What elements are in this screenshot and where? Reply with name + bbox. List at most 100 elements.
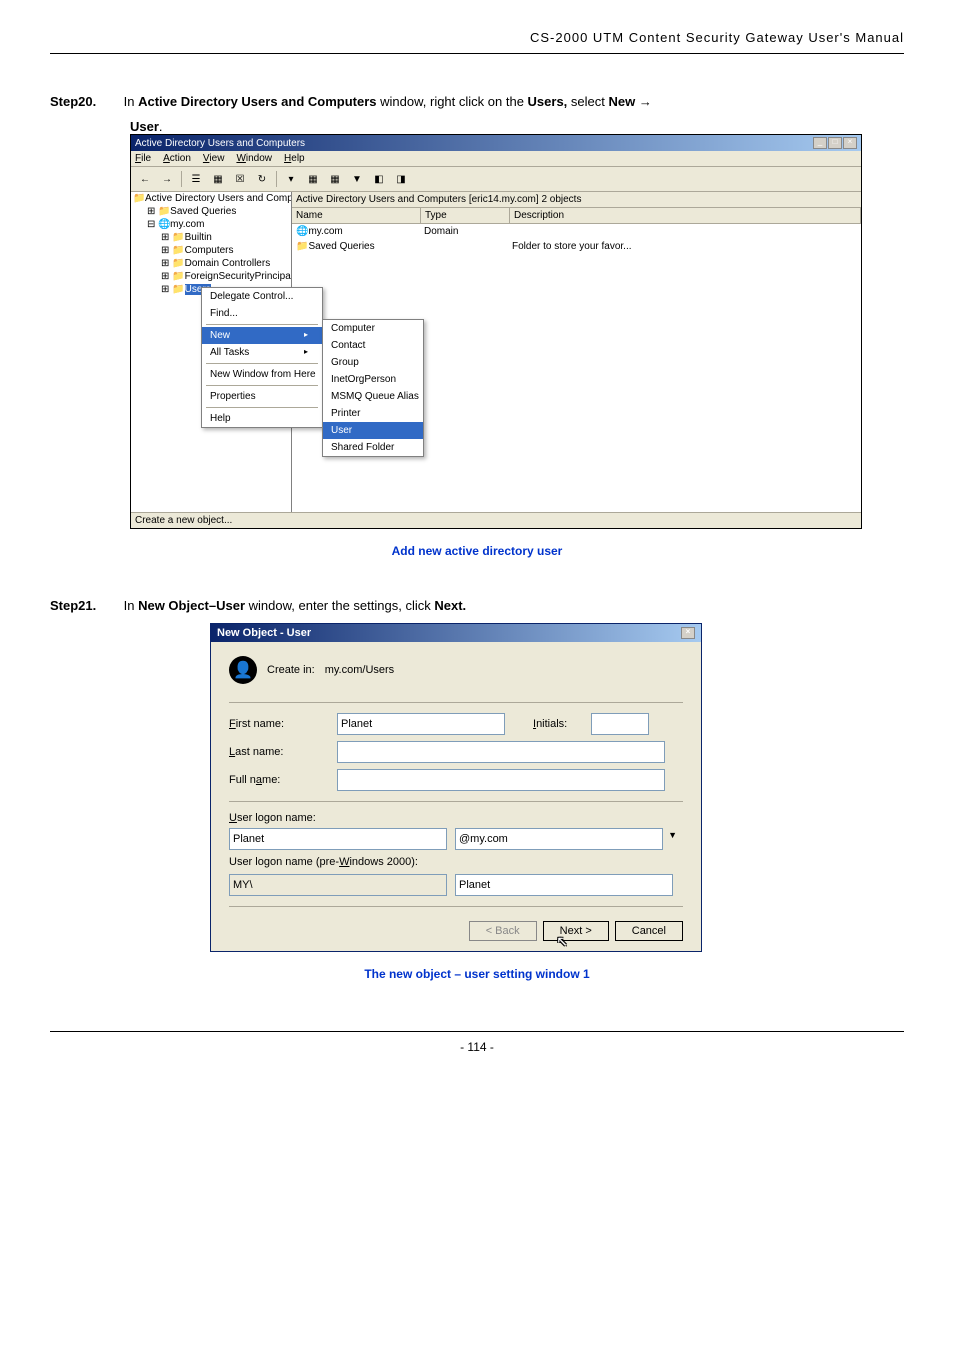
- forward-icon[interactable]: →: [157, 169, 177, 189]
- ctx-msmq[interactable]: MSMQ Queue Alias: [323, 388, 423, 405]
- step20-line2: User.: [130, 119, 904, 134]
- last-name-input[interactable]: [337, 741, 665, 763]
- filter-icon[interactable]: ▾: [281, 169, 301, 189]
- ctx-new[interactable]: New: [202, 327, 322, 344]
- bold: Active Directory Users and Computers: [138, 94, 376, 109]
- back-button: < Back: [469, 921, 537, 941]
- step21-label: Step21.: [50, 598, 120, 613]
- tb-icon[interactable]: ▦: [303, 169, 323, 189]
- maximize-icon[interactable]: □: [828, 137, 842, 149]
- full-name-input[interactable]: [337, 769, 665, 791]
- tb-icon4[interactable]: ◨: [391, 169, 411, 189]
- ctx-group[interactable]: Group: [323, 354, 423, 371]
- back-icon[interactable]: ←: [135, 169, 155, 189]
- first-name-label: First name:: [229, 718, 329, 730]
- logon2000-label: User logon name (pre-Windows 2000):: [229, 856, 683, 868]
- delete-icon[interactable]: ☒: [230, 169, 250, 189]
- col-type[interactable]: Type: [421, 208, 510, 223]
- txt: →: [635, 94, 652, 109]
- toolbar: ← → ☰ ▦ ☒ ↻ ▾ ▦ ▦ ▼ ◧ ◨: [131, 167, 861, 192]
- ctx-inetorg[interactable]: InetOrgPerson: [323, 371, 423, 388]
- caption2: The new object – user setting window 1: [50, 967, 904, 981]
- tree-dc[interactable]: ⊞ 📁Domain Controllers: [159, 257, 291, 270]
- create-in-row: 👤 Create in: my.com/Users: [229, 656, 683, 684]
- tree-computers[interactable]: ⊞ 📁Computers: [159, 244, 291, 257]
- dialog-body: 👤 Create in: my.com/Users First name: In…: [211, 642, 701, 951]
- ctx-user[interactable]: User: [323, 422, 423, 439]
- next-button[interactable]: Next >: [543, 921, 609, 941]
- caption1: Add new active directory user: [50, 544, 904, 558]
- step20-label: Step20.: [50, 94, 120, 109]
- tree-builtin[interactable]: ⊞ 📁Builtin: [159, 231, 291, 244]
- last-name-label: Last name:: [229, 746, 329, 758]
- ctx-printer[interactable]: Printer: [323, 405, 423, 422]
- close-icon[interactable]: ×: [843, 137, 857, 149]
- cursor-icon: ↖: [556, 933, 568, 950]
- ctx-delegate[interactable]: Delegate Control...: [202, 288, 322, 305]
- domain-select[interactable]: [455, 828, 663, 850]
- logon2000-input[interactable]: [455, 874, 673, 896]
- menubar: File Action View Window Help: [131, 151, 861, 167]
- col-desc[interactable]: Description: [510, 208, 861, 223]
- props-icon[interactable]: ▦: [208, 169, 228, 189]
- domain2000-display: [229, 874, 447, 896]
- create-in-value: my.com/Users: [325, 664, 394, 676]
- funnel-icon[interactable]: ▼: [347, 169, 367, 189]
- refresh-icon[interactable]: ↻: [252, 169, 272, 189]
- full-name-row: Full name:: [229, 769, 683, 791]
- full-name-label: Full name:: [229, 774, 329, 786]
- menu-action[interactable]: Action: [163, 153, 191, 164]
- last-name-row: Last name:: [229, 741, 683, 763]
- logon-label: User logon name:: [229, 812, 683, 824]
- menu-help[interactable]: Help: [284, 153, 305, 164]
- ctx-computer[interactable]: Computer: [323, 320, 423, 337]
- new-object-user-dialog: New Object - User × 👤 Create in: my.com/…: [210, 623, 702, 952]
- ctx-help[interactable]: Help: [202, 410, 322, 427]
- aduc-window: Active Directory Users and Computers _ □…: [130, 134, 862, 529]
- tree-saved-queries[interactable]: ⊞ 📁Saved Queries: [145, 205, 291, 218]
- list-row[interactable]: 🌐my.com Domain: [292, 224, 861, 239]
- chevron-down-icon[interactable]: ▼: [668, 830, 677, 840]
- aduc-title-text: Active Directory Users and Computers: [135, 138, 305, 149]
- ctx-sharedfolder[interactable]: Shared Folder: [323, 439, 423, 456]
- window-buttons: _ □ ×: [813, 137, 857, 149]
- tree-root[interactable]: 📁Active Directory Users and Comput: [131, 192, 291, 205]
- col-name[interactable]: Name: [292, 208, 421, 223]
- tb-icon3[interactable]: ◧: [369, 169, 389, 189]
- bold: New Object–User: [138, 598, 245, 613]
- bold: User: [130, 119, 159, 134]
- ctx-newwindow[interactable]: New Window from Here: [202, 366, 322, 383]
- ctx-find[interactable]: Find...: [202, 305, 322, 322]
- close-icon[interactable]: ×: [681, 627, 695, 639]
- minimize-icon[interactable]: _: [813, 137, 827, 149]
- ctx-contact[interactable]: Contact: [323, 337, 423, 354]
- list-row[interactable]: 📁Saved Queries Folder to store your favo…: [292, 239, 861, 254]
- ctx-alltasks[interactable]: All Tasks: [202, 344, 322, 361]
- initials-input[interactable]: [591, 713, 649, 735]
- logon-row: ▼: [229, 828, 683, 850]
- menu-view[interactable]: View: [203, 153, 225, 164]
- first-name-input[interactable]: [337, 713, 505, 735]
- step20-text: In Active Directory Users and Computers …: [124, 94, 652, 109]
- logon-input[interactable]: [229, 828, 447, 850]
- bold: Users,: [528, 94, 568, 109]
- page-number: - 114 -: [50, 1031, 904, 1054]
- tree-fsp[interactable]: ⊞ 📁ForeignSecurityPrincipals: [159, 270, 291, 283]
- txt: window, enter the settings, click: [245, 598, 434, 613]
- tree-mycom[interactable]: ⊟ 🌐my.com: [145, 218, 291, 231]
- list-header: Name Type Description: [292, 208, 861, 224]
- menu-window[interactable]: Window: [236, 153, 272, 164]
- user-icon: 👤: [229, 656, 257, 684]
- tb-icon2[interactable]: ▦: [325, 169, 345, 189]
- aduc-titlebar: Active Directory Users and Computers _ □…: [131, 135, 861, 151]
- step21-text: In New Object–User window, enter the set…: [124, 598, 467, 613]
- menu-file[interactable]: File: [135, 153, 151, 164]
- create-in-label: Create in:: [267, 664, 315, 676]
- up-icon[interactable]: ☰: [186, 169, 206, 189]
- context-menu-2: Computer Contact Group InetOrgPerson MSM…: [322, 319, 424, 457]
- bold: Next.: [434, 598, 466, 613]
- ctx-properties[interactable]: Properties: [202, 388, 322, 405]
- cancel-button[interactable]: Cancel: [615, 921, 683, 941]
- first-name-row: First name: Initials:: [229, 713, 683, 735]
- txt: window, right click on the: [377, 94, 528, 109]
